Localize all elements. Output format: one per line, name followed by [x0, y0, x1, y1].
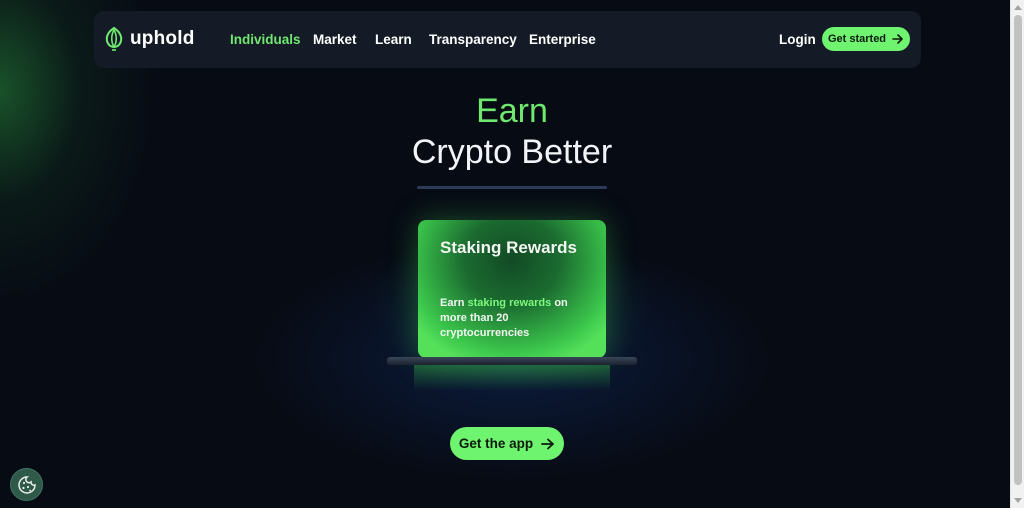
nav-learn[interactable]: Learn — [375, 32, 412, 47]
card-description: Earn staking rewards on more than 20 cry… — [440, 296, 590, 341]
uphold-tulip-icon — [105, 26, 123, 51]
scroll-down-arrow-icon[interactable] — [1014, 498, 1022, 503]
device-base — [387, 357, 637, 365]
staking-rewards-card: Staking Rewards Earn staking rewards on … — [418, 220, 606, 358]
card-text-highlight: staking rewards — [467, 297, 552, 309]
cookie-settings-button[interactable] — [10, 468, 43, 501]
login-link[interactable]: Login — [779, 32, 816, 47]
get-started-button[interactable]: Get started — [822, 27, 910, 51]
nav-individuals[interactable]: Individuals — [230, 32, 301, 47]
get-started-label: Get started — [827, 33, 887, 45]
card-reflection — [414, 365, 610, 391]
scroll-thumb[interactable] — [1014, 15, 1022, 485]
get-the-app-button[interactable]: Get the app — [450, 427, 564, 460]
card-title: Staking Rewards — [440, 238, 577, 257]
scroll-up-arrow-icon[interactable] — [1014, 5, 1022, 10]
brand-name: uphold — [130, 28, 195, 49]
arrow-right-icon — [892, 34, 903, 44]
hero-highlight: Earn — [476, 92, 548, 130]
top-navbar: uphold Individuals Market Learn Transpar… — [94, 11, 921, 68]
nav-transparency[interactable]: Transparency — [429, 32, 517, 47]
vertical-scrollbar[interactable] — [1010, 0, 1024, 508]
arrow-right-icon — [541, 438, 555, 449]
hero-title: Crypto Better — [411, 133, 613, 171]
get-the-app-label: Get the app — [458, 436, 534, 451]
card-text-prefix: Earn — [440, 297, 468, 309]
cookie-icon — [17, 475, 36, 494]
nav-market[interactable]: Market — [313, 32, 357, 47]
nav-enterprise[interactable]: Enterprise — [529, 32, 596, 47]
hero-divider — [417, 186, 607, 189]
page: uphold Individuals Market Learn Transpar… — [0, 0, 1010, 508]
uphold-logo[interactable]: uphold — [104, 26, 195, 52]
